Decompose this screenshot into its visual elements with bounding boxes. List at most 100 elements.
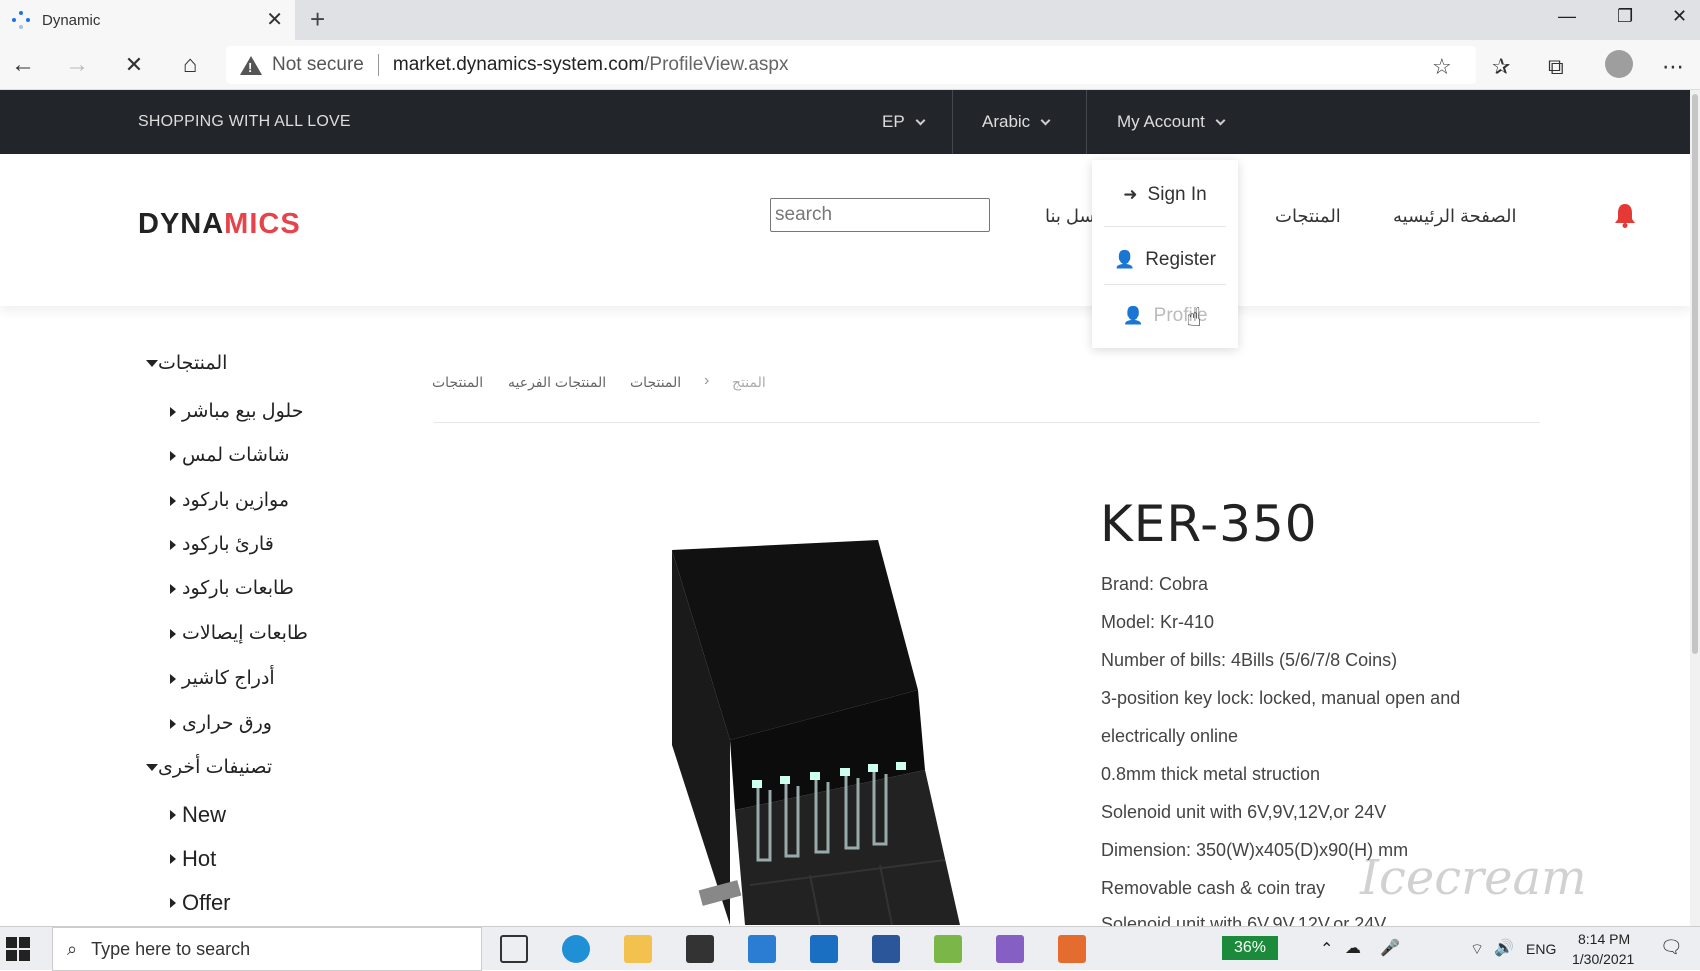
restore-icon[interactable]: ❐ [1617,6,1633,27]
hand-cursor-icon: ☝ [1186,302,1202,332]
caret-right-icon [170,583,176,594]
lync-icon[interactable] [810,935,838,963]
subcategory-item-new[interactable]: New [170,802,226,828]
file-explorer-icon[interactable] [624,935,652,963]
warning-icon [240,55,262,75]
recorder-icon[interactable] [1058,935,1086,963]
subcategory-item[interactable]: موازين باركود [170,489,289,512]
nav-products[interactable]: المنتجات [1275,206,1341,227]
breadcrumb-item[interactable]: المنتجات [630,374,681,391]
subcategory-item[interactable]: ورق حرارى [170,712,272,735]
battery-indicator[interactable]: 36% [1222,936,1278,960]
notification-bell-icon[interactable] [1614,202,1636,228]
windows-start-icon[interactable] [6,937,30,961]
subcategory-item[interactable]: حلول بيع مباشر [170,400,303,423]
search-input[interactable] [770,198,990,232]
network-icon[interactable]: ⌔ [1470,940,1484,959]
site-header: DYNAMICS سل بنا المنتجات الصفحة الرئيسيه [0,154,1690,306]
word-icon[interactable] [872,935,900,963]
subcategory-item-offer[interactable]: Offer [170,890,231,916]
nav-contact-partial[interactable]: سل بنا [1045,206,1095,227]
os-taskbar: ⌕ Type here to search 36% ⌃ ☁ 🎤 ⌔ 🔊 ENG … [0,926,1700,971]
back-icon[interactable]: ← [8,50,38,80]
sign-in-icon: ➜ [1123,185,1138,204]
breadcrumb-item[interactable]: المنتجات الفرعيه [508,374,606,391]
stop-loading-icon[interactable]: ✕ [119,50,149,80]
language-dropdown[interactable]: Arabic [982,90,1051,154]
caret-right-icon [170,854,176,864]
subcategory-item[interactable]: شاشات لمس [170,444,290,467]
clock-time[interactable]: 8:14 PM [1578,931,1630,947]
notifications-icon[interactable]: 🗨 [1660,937,1683,958]
add-favorite-icon[interactable]: ☆ [1432,54,1452,80]
language-indicator[interactable]: ENG [1526,941,1556,957]
subcategory-label: Hot [182,846,217,871]
breadcrumb-item[interactable]: المنتجات [432,374,483,391]
minimize-icon[interactable]: — [1558,6,1576,27]
product-spec: 0.8mm thick metal struction [1101,764,1321,784]
home-icon[interactable]: ⌂ [175,50,205,80]
category-products[interactable]: المنتجات [140,352,227,375]
app-icon[interactable] [934,935,962,963]
onedrive-icon[interactable]: ☁ [1345,938,1361,958]
tagline: SHOPPING WITH ALL LOVE [138,113,351,130]
sign-in-menu-item[interactable]: ➜ Sign In [1092,165,1238,225]
language-label: Arabic [982,112,1031,131]
clock-date[interactable]: 1/30/2021 [1572,951,1634,967]
site-logo[interactable]: DYNAMICS [138,208,301,241]
task-view-icon[interactable] [500,935,528,963]
window-close-icon[interactable]: ✕ [1672,6,1687,27]
browser-tab[interactable]: Dynamic ✕ [0,0,295,40]
profile-menu-item[interactable]: 👤 Profile [1092,286,1238,346]
product-spec: Model: Kr-410 [1101,612,1215,632]
url-text[interactable]: market.dynamics-system.com/ProfileView.a… [393,54,789,76]
subcategory-item[interactable]: أدراج كاشير [170,667,275,690]
more-icon[interactable]: ⋯ [1662,54,1684,80]
register-menu-item[interactable]: 👤 Register [1092,230,1238,290]
my-account-dropdown[interactable]: My Account [1117,90,1226,154]
store-icon[interactable] [686,935,714,963]
forward-icon[interactable]: → [62,50,92,80]
currency-dropdown[interactable]: EP [882,90,926,154]
collections-icon[interactable]: ⧉ [1548,54,1564,80]
account-dropdown-menu: ➜ Sign In 👤 Register 👤 Profile [1092,160,1238,348]
caret-right-icon [170,406,176,417]
volume-icon[interactable]: 🔊 [1494,938,1514,958]
breadcrumb-current: المنتج [732,374,766,390]
close-tab-icon[interactable]: ✕ [266,10,283,30]
edge-browser-icon[interactable] [562,935,590,963]
subcategory-item[interactable]: قارئ باركود [170,533,274,556]
topbar-divider [1086,90,1087,154]
subcategory-item-hot[interactable]: Hot [170,846,216,872]
product-spec: electrically online [1101,726,1239,746]
caret-right-icon [170,898,176,908]
subcategory-label: شاشات لمس [182,445,290,466]
category-other[interactable]: تصنيفات أخرى [140,756,272,779]
topbar-divider [952,90,953,154]
taskbar-search[interactable]: ⌕ Type here to search [52,927,482,971]
scrollbar-thumb[interactable] [1692,94,1698,654]
profile-avatar-icon[interactable] [1605,50,1633,78]
subcategory-item[interactable]: طابعات إيصالات [170,622,308,645]
new-tab-button[interactable]: + [310,6,325,32]
menu-divider [1104,284,1226,285]
microphone-icon[interactable]: 🎤 [1380,938,1400,958]
security-label[interactable]: Not secure [272,54,364,76]
chevron-down-icon [915,115,926,125]
nav-home[interactable]: الصفحة الرئيسيه [1393,206,1516,227]
breadcrumb-separator: › [704,372,710,389]
mail-icon[interactable] [748,935,776,963]
chevron-up-icon[interactable]: ⌃ [1320,939,1333,959]
subcategory-item[interactable]: طابعات باركود [170,577,294,600]
tab-title: Dynamic [42,11,101,29]
browser-tab-strip: Dynamic ✕ + — ❐ ✕ [0,0,1700,40]
subcategory-label: موازين باركود [182,490,290,511]
taskbar-search-placeholder: Type here to search [91,938,251,959]
subcategory-label: ورق حرارى [182,713,272,734]
caret-right-icon [170,495,176,506]
favorites-icon[interactable]: ✰ [1492,54,1510,80]
logo-main: DYNA [138,208,225,240]
visual-studio-icon[interactable] [996,935,1024,963]
address-bar[interactable]: Not secure market.dynamics-system.com/Pr… [226,46,1476,84]
product-spec: Removable cash & coin tray [1101,878,1326,898]
